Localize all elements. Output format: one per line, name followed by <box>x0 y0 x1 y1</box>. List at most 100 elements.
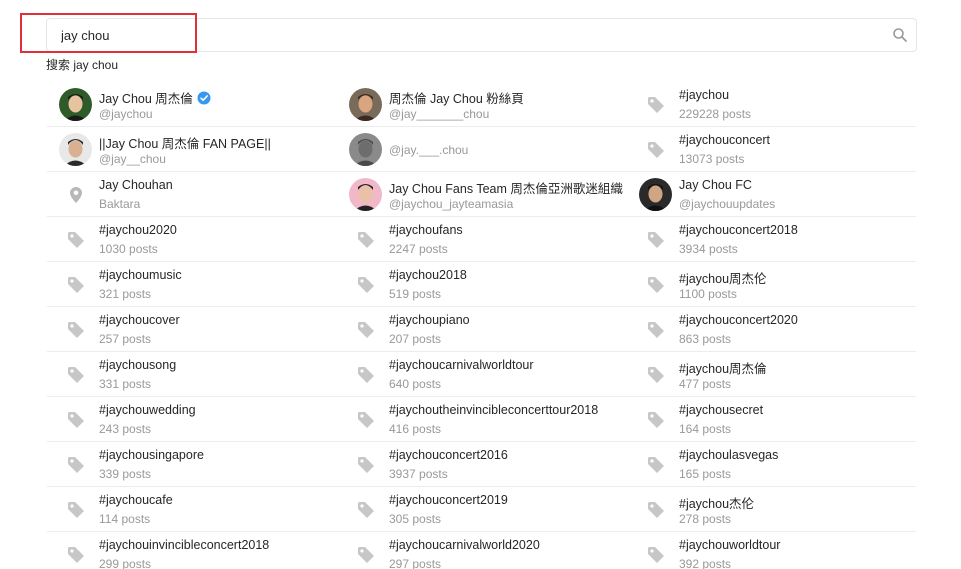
search-input[interactable] <box>61 19 861 51</box>
result-title: 周杰倫 Jay Chou 粉絲頁 <box>389 88 524 107</box>
hashtag-result[interactable]: #jaychouconcert2019 305 posts <box>337 487 627 532</box>
result-title-text: #jaychouconcert2018 <box>679 223 798 237</box>
result-subtitle: 1100 posts <box>679 287 737 301</box>
user-result[interactable]: Jay Chou FC @jaychouupdates <box>627 172 916 217</box>
user-result[interactable]: 周杰倫 Jay Chou 粉絲頁 @jay_______chou <box>337 82 627 127</box>
result-subtitle: @jay_______chou <box>389 107 490 121</box>
search-icon[interactable] <box>892 27 908 43</box>
result-subtitle: 331 posts <box>99 377 152 391</box>
search-bar <box>46 18 917 52</box>
result-title-text: #jaychouconcert2016 <box>389 448 508 462</box>
hashtag-result[interactable]: #jaychouconcert 13073 posts <box>627 127 916 172</box>
result-title: #jaychoupiano <box>389 313 470 327</box>
result-title: Jay Chou Fans Team 周杰倫亞洲歌迷組織 <box>389 178 623 197</box>
hashtag-icon <box>645 409 667 431</box>
result-title: #jaychousong <box>99 358 176 372</box>
result-subtitle: 207 posts <box>389 332 442 346</box>
hashtag-result[interactable]: #jaychoutheinvincibleconcerttour2018 416 … <box>337 397 627 442</box>
result-subtitle: 3934 posts <box>679 242 738 256</box>
search-results: Jay Chou 周杰倫 @jaychou 周杰倫 Jay Chou 粉絲頁 @jay… <box>47 82 916 569</box>
avatar <box>59 88 92 121</box>
hashtag-result[interactable]: #jaychou2020 1030 posts <box>47 217 337 262</box>
avatar <box>59 133 92 166</box>
hashtag-icon <box>355 454 377 476</box>
hashtag-result[interactable]: #jaychouworldtour 392 posts <box>627 532 916 569</box>
hashtag-result[interactable]: #jaychouconcert2020 863 posts <box>627 307 916 352</box>
result-title-text: #jaychoupiano <box>389 313 470 327</box>
result-title-text: #jaychoucover <box>99 313 180 327</box>
user-result[interactable]: Jay Chou 周杰倫 @jaychou <box>47 82 337 127</box>
result-title: Jay Chou 周杰倫 <box>99 88 211 107</box>
hashtag-result[interactable]: #jaychoupiano 207 posts <box>337 307 627 352</box>
hashtag-result[interactable]: #jaychouwedding 243 posts <box>47 397 337 442</box>
result-title-text: #jaychoucarnivalworldtour <box>389 358 534 372</box>
hashtag-result[interactable]: #jaychoucarnivalworldtour 640 posts <box>337 352 627 397</box>
place-result[interactable]: Jay Chouhan Baktara <box>47 172 337 217</box>
result-subtitle: 863 posts <box>679 332 732 346</box>
hashtag-icon <box>65 229 87 251</box>
hashtag-icon <box>355 409 377 431</box>
result-title: #jaychou2020 <box>99 223 177 237</box>
hashtag-result[interactable]: #jaychoucafe 114 posts <box>47 487 337 532</box>
result-title-text: Jay Chou Fans Team 周杰倫亞洲歌迷組織 <box>389 182 623 196</box>
hashtag-icon <box>65 454 87 476</box>
hashtag-result[interactable]: #jaychou 229228 posts <box>627 82 916 127</box>
hashtag-result[interactable]: #jaychouinvincibleconcert2018 299 posts <box>47 532 337 569</box>
hashtag-icon <box>65 274 87 296</box>
hashtag-result[interactable]: #jaychoucarnivalworld2020 297 posts <box>337 532 627 569</box>
result-subtitle: @jaychou_jayteamasia <box>389 197 514 211</box>
hashtag-result[interactable]: #jaychoulasvegas 165 posts <box>627 442 916 487</box>
result-title-text: #jaychouconcert2019 <box>389 493 508 507</box>
hashtag-icon <box>65 364 87 386</box>
result-title-text: Jay Chou 周杰倫 <box>99 92 193 106</box>
hashtag-result[interactable]: #jaychoucover 257 posts <box>47 307 337 352</box>
user-result[interactable]: Jay Chou Fans Team 周杰倫亞洲歌迷組織 @jaychou_jay… <box>337 172 627 217</box>
result-title: #jaychoucover <box>99 313 180 327</box>
result-subtitle: 321 posts <box>99 287 152 301</box>
result-subtitle: 13073 posts <box>679 152 745 166</box>
result-title-text: #jaychousingapore <box>99 448 204 462</box>
hashtag-result[interactable]: #jaychou周杰伦 1100 posts <box>627 262 916 307</box>
result-title-text: #jaychouworldtour <box>679 538 781 552</box>
location-pin-icon <box>65 184 87 206</box>
result-subtitle: 640 posts <box>389 377 442 391</box>
result-title-text: #jaychouinvincibleconcert2018 <box>99 538 270 552</box>
result-title: #jaychou周杰倫 <box>679 358 767 377</box>
result-title-text: Jay Chouhan <box>99 178 173 192</box>
hashtag-result[interactable]: #jaychouconcert2016 3937 posts <box>337 442 627 487</box>
hashtag-icon <box>355 499 377 521</box>
result-title: #jaychoulasvegas <box>679 448 778 462</box>
hashtag-result[interactable]: #jaychou周杰倫 477 posts <box>627 352 916 397</box>
result-title-text: #jaychouconcert2020 <box>679 313 798 327</box>
hashtag-result[interactable]: #jaychousong 331 posts <box>47 352 337 397</box>
result-title-text: #jaychousecret <box>679 403 764 417</box>
result-subtitle: @jaychou <box>99 107 153 121</box>
result-subtitle: 257 posts <box>99 332 152 346</box>
hashtag-result[interactable]: #jaychousecret 164 posts <box>627 397 916 442</box>
user-result[interactable]: @jay.___.chou <box>337 127 627 172</box>
hashtag-result[interactable]: #jaychou2018 519 posts <box>337 262 627 307</box>
hashtag-icon <box>355 319 377 341</box>
avatar <box>639 178 672 211</box>
user-result[interactable]: ||Jay Chou 周杰倫 FAN PAGE|| @jay__chou <box>47 127 337 172</box>
hashtag-result[interactable]: #jaychoumusic 321 posts <box>47 262 337 307</box>
result-title: #jaychouwedding <box>99 403 196 417</box>
result-subtitle: 416 posts <box>389 422 442 436</box>
hashtag-result[interactable]: #jaychou杰伦 278 posts <box>627 487 916 532</box>
avatar <box>349 178 382 211</box>
result-subtitle: @jay__chou <box>99 152 166 166</box>
result-title: #jaychoucafe <box>99 493 173 507</box>
result-title-text: #jaychou <box>679 88 730 102</box>
result-subtitle: 1030 posts <box>99 242 158 256</box>
hashtag-result[interactable]: #jaychousingapore 339 posts <box>47 442 337 487</box>
result-title: #jaychouworldtour <box>679 538 780 552</box>
result-title-text: #jaychou2018 <box>389 268 467 282</box>
search-hint: 搜索 jay chou <box>46 58 119 72</box>
hashtag-icon <box>645 229 667 251</box>
hashtag-result[interactable]: #jaychouconcert2018 3934 posts <box>627 217 916 262</box>
hashtag-result[interactable]: #jaychoufans 2247 posts <box>337 217 627 262</box>
hashtag-icon <box>355 229 377 251</box>
result-title: #jaychou周杰伦 <box>679 268 767 287</box>
result-title-text: #jaychoulasvegas <box>679 448 779 462</box>
result-title-text: #jaychoutheinvincibleconcerttour2018 <box>389 403 599 417</box>
